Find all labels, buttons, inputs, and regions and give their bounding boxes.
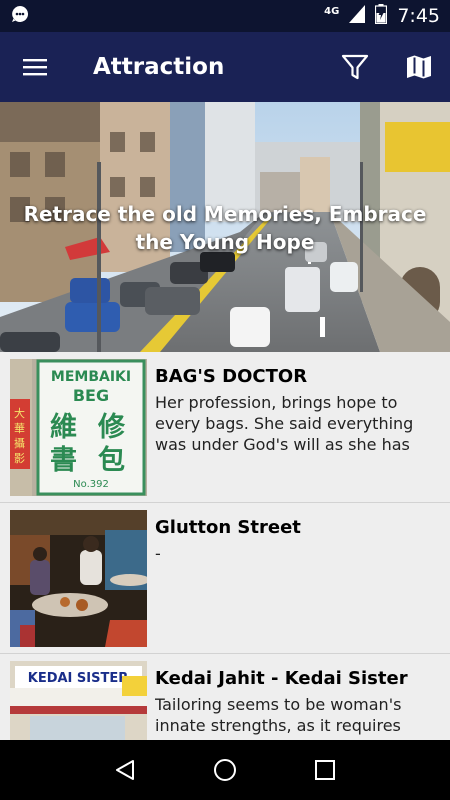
map-icon[interactable]	[397, 45, 441, 89]
item-title: Kedai Jahit - Kedai Sister	[155, 668, 408, 689]
recents-icon[interactable]	[305, 750, 345, 790]
sign-line-3: No.392	[73, 479, 109, 490]
system-nav-bar	[0, 740, 450, 800]
svg-text:書: 書	[50, 445, 77, 476]
svg-text:修: 修	[97, 412, 126, 443]
item-description: Her profession, brings hope to every bag…	[155, 393, 414, 454]
svg-text:包: 包	[98, 444, 125, 476]
list-item[interactable]: KEDAI SISTER Kedai Jahit - Kedai Sister …	[0, 654, 450, 740]
sign-line-2: BEG	[73, 386, 109, 405]
svg-text:維: 維	[50, 412, 77, 443]
hero-caption: Retrace the old Memories, Embrace the Yo…	[23, 202, 427, 254]
app-bar: Attraction	[0, 32, 450, 102]
signal-icon	[349, 5, 366, 27]
status-bar: 4G 7:45	[0, 0, 450, 32]
svg-text:大: 大	[14, 406, 25, 420]
home-icon[interactable]	[205, 750, 245, 790]
item-description: -	[155, 544, 161, 563]
item-title: BAG'S DOCTOR	[155, 366, 308, 387]
thumbnail-image	[10, 510, 147, 647]
network-type-label: 4G	[324, 5, 340, 17]
list-item[interactable]: 大華攝影 MEMBAIKI BEG 維修 書包 No.392 BAG'S DOC…	[0, 352, 450, 503]
item-description: Tailoring seems to be woman's innate str…	[155, 695, 402, 735]
battery-icon	[375, 4, 388, 28]
hero-banner[interactable]: Retrace the old Memories, Embrace the Yo…	[0, 102, 450, 352]
menu-icon[interactable]	[13, 45, 57, 89]
notification-icon	[10, 4, 30, 29]
svg-text:攝: 攝	[14, 436, 25, 450]
back-icon[interactable]	[105, 750, 145, 790]
sign-line-1: MEMBAIKI	[51, 369, 131, 385]
sign-line-1: KEDAI SISTER	[28, 671, 129, 686]
clock: 7:45	[397, 5, 440, 27]
filter-icon[interactable]	[333, 45, 377, 89]
item-title: Glutton Street	[155, 517, 301, 538]
svg-text:影: 影	[14, 452, 25, 465]
thumbnail-image: KEDAI SISTER	[10, 661, 147, 740]
attraction-list: 大華攝影 MEMBAIKI BEG 維修 書包 No.392 BAG'S DOC…	[0, 352, 450, 740]
svg-text:華: 華	[14, 422, 25, 435]
thumbnail-image: 大華攝影 MEMBAIKI BEG 維修 書包 No.392	[10, 359, 147, 496]
page-title: Attraction	[93, 54, 225, 80]
list-item[interactable]: Glutton Street -	[0, 503, 450, 654]
